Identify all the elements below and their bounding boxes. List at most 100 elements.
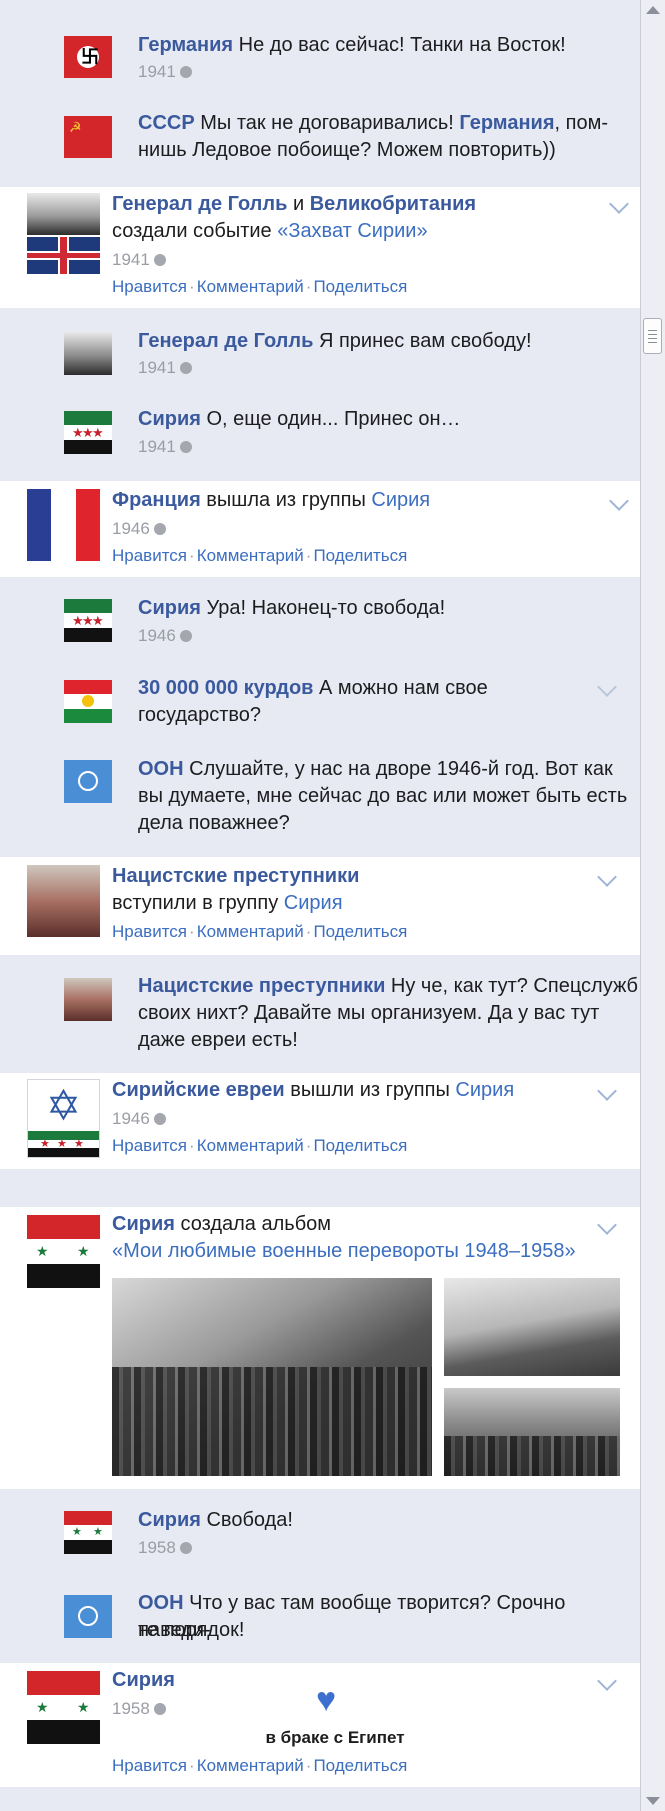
author-link[interactable]: Сирия [138,597,201,619]
un-flag-avatar[interactable] [64,1595,112,1638]
chevron-down-icon[interactable] [597,677,617,697]
author-link[interactable]: Сирийские евреи [112,1079,285,1101]
comment-syria-1958: ★ ★ Сирия Свобода! 1958 [0,1489,640,1579]
group-link[interactable]: Сирия [284,892,343,914]
author-link[interactable]: Генерал де Голль [138,330,313,352]
author-link[interactable]: Генерал де Голль [112,193,287,215]
degaulle-avatar[interactable] [64,332,112,375]
scrollbar[interactable] [640,0,665,1811]
share-link[interactable]: Поделиться [313,1756,407,1775]
chevron-down-icon[interactable] [597,1081,617,1101]
share-link[interactable]: Поделиться [313,1136,407,1155]
scroll-down-arrow-icon[interactable] [646,1797,660,1805]
like-link[interactable]: Нравится [112,277,187,296]
star-icon: ★ [77,1699,90,1715]
sun-icon [82,695,94,707]
kurdistan-flag-avatar[interactable] [64,680,112,723]
group-link[interactable]: Сирия [371,489,430,511]
comment-link[interactable]: Комментарий [197,922,304,941]
separator: · [305,922,312,941]
star-of-david-avatar[interactable]: ✡ ★ ★ ★ [27,1079,100,1158]
crowd-photo-avatar[interactable] [27,865,100,937]
comment-text-line2: государство? [138,704,262,726]
comment-body: Мы так не договаривались! [194,112,460,134]
author-link[interactable]: Нацистские преступники [138,975,385,997]
star-icon: ★ [74,1138,84,1150]
album-photo-crowd[interactable] [444,1388,620,1476]
comment-body: Я принес вам свободу! [313,330,532,352]
author-link[interactable]: СССР [138,112,195,134]
ussr-flag-avatar[interactable]: ☭ [64,116,112,158]
globe-icon [179,441,192,453]
comment-meta: 1941 [138,437,192,457]
heart-icon: ♥ [316,1681,337,1719]
comment-link[interactable]: Комментарий [197,546,304,565]
like-link[interactable]: Нравится [112,1136,187,1155]
author-link[interactable]: ООН [138,1592,184,1614]
author-link[interactable]: Великобритания [310,193,476,215]
chevron-down-icon[interactable] [597,1215,617,1235]
author-link[interactable]: Франция [112,489,201,511]
author-link[interactable]: Сирия [138,1509,201,1531]
hammer-sickle-icon: ☭ [69,119,82,135]
syria-flag-avatar[interactable]: ★ ★ ★ [64,599,112,642]
comment-link[interactable]: Комментарий [197,277,304,296]
mention-link[interactable]: Германия [459,112,554,134]
post-actions: Нравится · Комментарий · Поделиться [112,277,407,297]
syria-flag-avatar[interactable]: ★ ★ ★ [64,411,112,454]
post-title: Франция вышла из группы Сирия [112,487,430,514]
france-flag-avatar[interactable] [27,489,100,561]
post-nazi-criminals: Нацистские преступники вступили в группу… [0,857,640,955]
separator: · [189,277,195,296]
syria-flag-avatar[interactable]: ★ ★ [27,1215,100,1288]
share-link[interactable]: Поделиться [313,277,407,296]
comment-text: Германия Не до вас сейчас! Танки на Вост… [138,32,566,59]
chevron-down-icon[interactable] [597,1671,617,1691]
comment-text-line3: дела поважнее? [138,812,290,834]
post-actions: Нравится · Комментарий · Поделиться [112,546,407,566]
like-link[interactable]: Нравится [112,546,187,565]
author-link[interactable]: Сирия [138,408,201,430]
germany-flag-avatar[interactable]: 卐 [64,36,112,78]
conjunction: и [287,193,310,215]
author-link[interactable]: 30 000 000 курдов [138,677,313,699]
chevron-down-icon[interactable] [597,867,617,887]
portrait-photo [27,193,100,235]
comment-text: СССР Мы так не договаривались! Германия,… [138,110,608,137]
group-link[interactable]: Сирия [455,1079,514,1101]
like-link[interactable]: Нравится [112,1756,187,1775]
comment-text-line2: нишь Ледовое побоище? Можем повторить)) [138,139,556,161]
like-link[interactable]: Нравится [112,922,187,941]
globe-icon [153,1703,166,1715]
post-body: вышла из группы [200,489,372,511]
comment-body: О, еще один... Принес он… [200,408,461,430]
comment-link[interactable]: Комментарий [197,1756,304,1775]
comment-link[interactable]: Комментарий [197,1136,304,1155]
album-link[interactable]: «Мои любимые военные перевороты 1948–195… [112,1240,576,1262]
chevron-down-icon[interactable] [609,491,629,511]
author-link[interactable]: Сирия [112,1669,175,1691]
author-link[interactable]: Германия [138,34,233,56]
album-photo-tanks[interactable] [444,1278,620,1376]
syria-flag-avatar[interactable]: ★ ★ [64,1511,112,1554]
comment-meta: 1941 [138,62,192,82]
scrollbar-thumb[interactable] [643,318,662,354]
event-link[interactable]: «Захват Сирии» [277,220,427,242]
un-flag-avatar[interactable] [64,760,112,803]
share-link[interactable]: Поделиться [313,546,407,565]
star-icon: ★ [36,1243,49,1259]
author-link[interactable]: Сирия [112,1213,175,1235]
separator: · [189,546,195,565]
share-link[interactable]: Поделиться [313,922,407,941]
post-body: вышли из группы [284,1079,456,1101]
scroll-up-arrow-icon[interactable] [646,6,660,14]
comment-germany: 卐 Германия Не до вас сейчас! Танки на Во… [0,0,640,90]
author-link[interactable]: Нацистские преступники [112,865,359,887]
crowd-photo-avatar[interactable] [64,978,112,1021]
album-photo-main[interactable] [112,1278,432,1476]
syria-flag-avatar[interactable]: ★ ★ [27,1671,100,1744]
degaulle-uk-avatar[interactable] [27,193,100,274]
chevron-down-icon[interactable] [609,194,629,214]
author-link[interactable]: ООН [138,758,184,780]
separator: · [305,1136,312,1155]
